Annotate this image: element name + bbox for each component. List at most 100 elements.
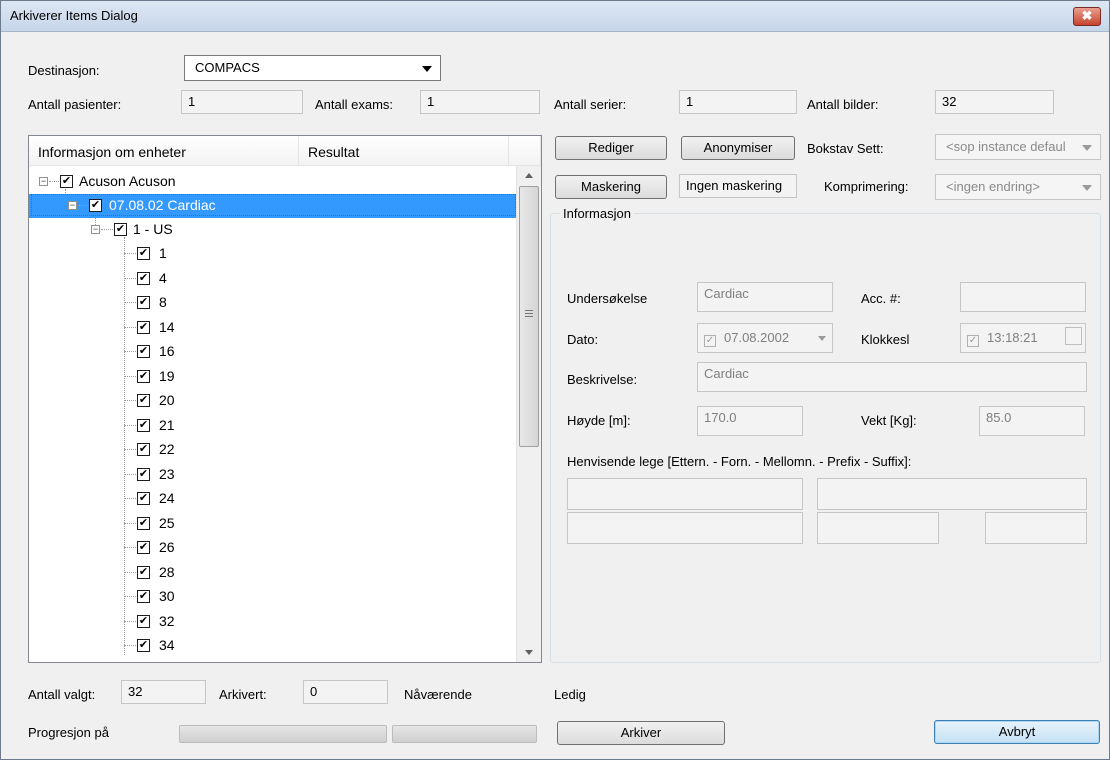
tree-node-label: 1 - US [133, 221, 173, 237]
referring-suffix-field[interactable] [985, 512, 1087, 544]
tree-node-image[interactable]: ✔ 4 [29, 267, 518, 291]
referring-firstname-field[interactable] [817, 478, 1087, 510]
height-field[interactable]: 170.0 [697, 406, 803, 436]
tree-node-image[interactable]: ✔ 32 [29, 610, 518, 634]
tree-node-series[interactable]: − ✔ 1 - US [29, 218, 518, 242]
tree-node-label: 4 [159, 270, 167, 286]
checkbox[interactable]: ✔ [137, 247, 150, 260]
tree-node-image[interactable]: ✔ 34 [29, 634, 518, 658]
tree-node-image[interactable]: ✔ 24 [29, 487, 518, 511]
tree-node-image[interactable]: ✔ 30 [29, 585, 518, 609]
exams-label: Antall exams: [315, 97, 394, 112]
tree-node-image[interactable]: ✔ 8 [29, 291, 518, 315]
collapse-icon[interactable]: − [68, 201, 77, 210]
tree-node-image[interactable]: ✔ 20 [29, 389, 518, 413]
chevron-down-icon [1082, 145, 1092, 151]
masking-status-field: Ingen maskering [679, 174, 797, 198]
images-label: Antall bilder: [807, 97, 879, 112]
checkbox-icon[interactable]: ✓ [967, 335, 979, 347]
referring-label: Henvisende lege [Ettern. - Forn. - Mello… [567, 454, 912, 469]
tree-line [124, 302, 136, 303]
checkbox[interactable]: ✔ [137, 541, 150, 554]
tree-node-root[interactable]: − ✔ Acuson Acuson [29, 170, 518, 194]
tree-scrollbar[interactable] [516, 166, 541, 662]
column-header-info[interactable]: Informasjon om enheter [29, 136, 299, 166]
tree-node-image[interactable]: ✔ 25 [29, 512, 518, 536]
acc-field[interactable] [960, 282, 1086, 312]
tree-node-image[interactable]: ✔ 1 [29, 242, 518, 266]
tree-line [124, 400, 136, 401]
date-picker[interactable]: ✓ 07.08.2002 [697, 323, 833, 353]
checkbox-icon[interactable]: ✓ [704, 335, 716, 347]
masking-button[interactable]: Maskering [555, 175, 667, 199]
tree-line [124, 278, 136, 279]
tree-node-label: 23 [159, 466, 175, 482]
progress-bar-overall [179, 725, 387, 743]
spinner-icon[interactable] [1065, 327, 1082, 345]
weight-field[interactable]: 85.0 [979, 406, 1085, 436]
tree-node-label: 34 [159, 637, 175, 653]
tree-node-image[interactable]: ✔ 16 [29, 340, 518, 364]
tree-line [124, 327, 136, 328]
checkbox[interactable]: ✔ [137, 394, 150, 407]
column-header-result[interactable]: Resultat [299, 136, 509, 166]
checkbox[interactable]: ✔ [137, 639, 150, 652]
tree-node-label: 16 [159, 343, 175, 359]
tree-node-image[interactable]: ✔ 22 [29, 438, 518, 462]
tree-node-image[interactable]: ✔ 14 [29, 316, 518, 340]
selected-label: Antall valgt: [28, 687, 96, 702]
tree-node-image[interactable]: ✔ 23 [29, 463, 518, 487]
tree-node-image[interactable]: ✔ 21 [29, 414, 518, 438]
close-button[interactable]: ✖ [1073, 7, 1101, 26]
scroll-up-icon[interactable] [525, 173, 533, 178]
checkbox[interactable]: ✔ [137, 321, 150, 334]
checkbox[interactable]: ✔ [137, 419, 150, 432]
checkbox[interactable]: ✔ [89, 199, 102, 212]
checkbox[interactable]: ✔ [137, 615, 150, 628]
checkbox[interactable]: ✔ [137, 370, 150, 383]
tree-line [124, 449, 136, 450]
tree-node-label: 1 [159, 245, 167, 261]
checkbox[interactable]: ✔ [137, 345, 150, 358]
destination-select[interactable]: COMPACS [184, 55, 441, 81]
tree-node-image[interactable]: ✔ 26 [29, 536, 518, 560]
checkbox[interactable]: ✔ [137, 443, 150, 456]
checkbox[interactable]: ✔ [137, 468, 150, 481]
referring-lastname-field[interactable] [567, 478, 803, 510]
collapse-icon[interactable]: − [91, 225, 100, 234]
tree-node-image[interactable]: ✔ 19 [29, 365, 518, 389]
cancel-button[interactable]: Avbryt [934, 720, 1100, 744]
exam-field[interactable]: Cardiac [697, 282, 833, 312]
checkbox[interactable]: ✔ [137, 272, 150, 285]
compression-select[interactable]: <ingen endring> [935, 174, 1101, 200]
images-count-field: 32 [935, 90, 1054, 114]
tree-line [124, 376, 136, 377]
tree-node-image[interactable]: ✔ 28 [29, 561, 518, 585]
time-picker[interactable]: ✓ 13:18:21 [960, 323, 1086, 353]
collapse-icon[interactable]: − [39, 177, 48, 186]
referring-prefix-field[interactable] [817, 512, 939, 544]
device-tree[interactable]: Informasjon om enheter Resultat − ✔ Acus… [28, 135, 542, 663]
charset-select[interactable]: <sop instance defaul [935, 134, 1101, 160]
status-label: Ledig [554, 687, 586, 702]
charset-label: Bokstav Sett: [807, 141, 884, 156]
checkbox[interactable]: ✔ [60, 175, 73, 188]
checkbox[interactable]: ✔ [137, 517, 150, 530]
anonymize-button[interactable]: Anonymiser [681, 136, 795, 160]
selected-count-field: 32 [121, 680, 206, 704]
scroll-down-icon[interactable] [525, 650, 533, 655]
tree-line [124, 572, 136, 573]
checkbox[interactable]: ✔ [137, 590, 150, 603]
tree-line [124, 474, 136, 475]
archive-button[interactable]: Arkiver [557, 721, 725, 745]
tree-node-study[interactable]: − ✔ 07.08.02 Cardiac [29, 194, 518, 218]
checkbox[interactable]: ✔ [137, 492, 150, 505]
checkbox[interactable]: ✔ [137, 566, 150, 579]
checkbox[interactable]: ✔ [114, 223, 127, 236]
edit-button[interactable]: Rediger [555, 136, 667, 160]
time-value: 13:18:21 [987, 330, 1038, 345]
scrollbar-thumb[interactable] [519, 186, 539, 447]
referring-middlename-field[interactable] [567, 512, 803, 544]
checkbox[interactable]: ✔ [137, 296, 150, 309]
description-field[interactable]: Cardiac [697, 362, 1087, 392]
